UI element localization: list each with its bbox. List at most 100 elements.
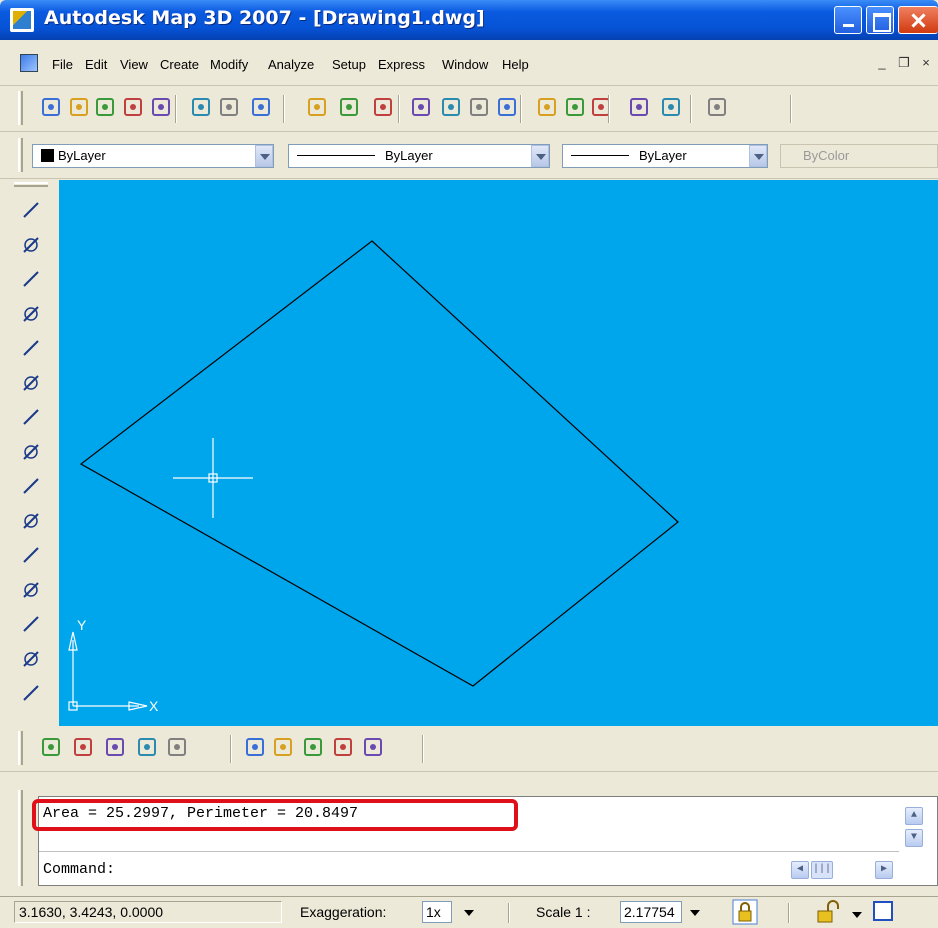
open-icon[interactable]: [68, 96, 92, 120]
help-icon[interactable]: [536, 96, 560, 120]
exaggeration-dropdown-icon[interactable]: [464, 910, 474, 916]
circle-icon[interactable]: [20, 406, 42, 428]
map-tool-add-icon[interactable]: [332, 736, 356, 760]
drawing-canvas[interactable]: Y X: [59, 180, 938, 726]
spline-icon[interactable]: [20, 475, 42, 497]
title-bar[interactable]: Autodesk Map 3D 2007 - [Drawing1.dwg]: [0, 0, 938, 40]
menu-modify[interactable]: Modify: [210, 57, 248, 72]
redo-icon[interactable]: [306, 96, 330, 120]
save-icon[interactable]: [94, 96, 118, 120]
scale-field[interactable]: 2.17754: [620, 901, 682, 923]
window-title: Autodesk Map 3D 2007 - [Drawing1.dwg]: [44, 7, 485, 29]
properties-icon[interactable]: [468, 96, 492, 120]
command-prompt[interactable]: Command:: [43, 861, 115, 878]
horizontal-scroll-thumb[interactable]: |||: [811, 861, 833, 879]
plotstyle-combo[interactable]: ByColor: [780, 144, 938, 168]
crosshair-cursor: [173, 438, 253, 518]
curve-tool-icon[interactable]: [166, 736, 190, 760]
match-properties-icon[interactable]: [218, 96, 242, 120]
toolbar-grip[interactable]: [18, 731, 23, 765]
pan-icon[interactable]: [338, 96, 362, 120]
linetype-combo[interactable]: ByLayer: [288, 144, 550, 168]
line-icon[interactable]: [20, 199, 42, 221]
linetype-dropdown[interactable]: [531, 145, 549, 167]
map-tool-1-icon[interactable]: [244, 736, 268, 760]
map-tool-2-icon[interactable]: [272, 736, 296, 760]
lineweight-combo[interactable]: ByLayer: [562, 144, 768, 168]
clean-screen-icon[interactable]: [872, 900, 894, 922]
toolbar-grip[interactable]: [18, 138, 23, 172]
insert-block-icon[interactable]: [20, 579, 42, 601]
query-icon[interactable]: [660, 96, 684, 120]
zoom-window-icon[interactable]: [410, 96, 434, 120]
target-icon[interactable]: [40, 736, 64, 760]
toolbar-separator: [422, 735, 424, 763]
linetype-sample: [297, 155, 375, 156]
menu-help[interactable]: Help: [502, 57, 529, 72]
unlock-icon[interactable]: [816, 900, 842, 924]
unlock-dropdown-icon[interactable]: [852, 912, 862, 918]
revision-cloud-icon[interactable]: [20, 441, 42, 463]
menu-window[interactable]: Window: [442, 57, 488, 72]
scroll-up-button[interactable]: ▲: [905, 807, 923, 825]
new-icon[interactable]: [40, 96, 64, 120]
mdi-restore-button[interactable]: ❐: [896, 55, 912, 71]
map-globe-icon[interactable]: [590, 96, 614, 120]
cut-icon[interactable]: [122, 96, 146, 120]
construction-line-icon[interactable]: [20, 234, 42, 256]
document-icon[interactable]: [20, 54, 38, 72]
rectangle-icon[interactable]: [20, 337, 42, 359]
ellipse-arc-icon[interactable]: [20, 544, 42, 566]
map-tool-4-icon[interactable]: [362, 736, 386, 760]
scroll-down-button[interactable]: ▼: [905, 829, 923, 847]
app-icon[interactable]: [10, 8, 34, 32]
menu-create[interactable]: Create: [160, 57, 199, 72]
menu-analyze[interactable]: Analyze: [268, 57, 314, 72]
lock-icon[interactable]: [732, 899, 758, 925]
layers-icon[interactable]: [706, 96, 730, 120]
layer-color-combo[interactable]: ByLayer: [32, 144, 274, 168]
status-bar: 3.1630, 3.4243, 0.0000 Exaggeration: 1x …: [0, 896, 938, 928]
polygon-icon[interactable]: [20, 303, 42, 325]
menu-express[interactable]: Express: [378, 57, 425, 72]
menu-setup[interactable]: Setup: [332, 57, 366, 72]
exaggeration-field[interactable]: 1x: [422, 901, 452, 923]
scroll-left-button[interactable]: ◀: [791, 861, 809, 879]
refresh-icon[interactable]: [628, 96, 652, 120]
polygon-tool-icon[interactable]: [72, 736, 96, 760]
hatch-icon[interactable]: [20, 682, 42, 704]
triangle-tool-icon[interactable]: [136, 736, 160, 760]
ellipse-icon[interactable]: [20, 510, 42, 532]
scale-dropdown-icon[interactable]: [690, 910, 700, 916]
close-button[interactable]: [898, 6, 938, 34]
lineweight-dropdown[interactable]: [749, 145, 767, 167]
polygon-shape[interactable]: [79, 240, 679, 687]
menu-edit[interactable]: Edit: [85, 57, 107, 72]
mdi-close-button[interactable]: ×: [918, 55, 934, 71]
undo-icon[interactable]: [250, 96, 274, 120]
zoom-previous-icon[interactable]: [440, 96, 464, 120]
coordinates-display[interactable]: 3.1630, 3.4243, 0.0000: [14, 901, 282, 923]
mdi-minimize-button[interactable]: _: [874, 55, 890, 71]
toolbar-grip[interactable]: [14, 182, 48, 187]
arc-icon[interactable]: [20, 372, 42, 394]
layer-color-dropdown[interactable]: [255, 145, 273, 167]
menu-view[interactable]: View: [120, 57, 148, 72]
flag-icon[interactable]: [104, 736, 128, 760]
zoom-realtime-icon[interactable]: [372, 96, 396, 120]
snap-icon[interactable]: [564, 96, 588, 120]
paste-icon[interactable]: [190, 96, 214, 120]
point-icon[interactable]: [20, 648, 42, 670]
maximize-button[interactable]: [866, 6, 894, 34]
menu-file[interactable]: File: [52, 57, 73, 72]
design-center-icon[interactable]: [496, 96, 520, 120]
map-tool-3-icon[interactable]: [302, 736, 326, 760]
copy-icon[interactable]: [150, 96, 174, 120]
scroll-right-button[interactable]: ▶: [875, 861, 893, 879]
command-window-grip[interactable]: [18, 790, 23, 886]
toolbar-grip[interactable]: [18, 91, 23, 125]
polyline-icon[interactable]: [20, 268, 42, 290]
minimize-button[interactable]: [834, 6, 862, 34]
make-block-icon[interactable]: [20, 613, 42, 635]
status-separator: [508, 903, 510, 923]
